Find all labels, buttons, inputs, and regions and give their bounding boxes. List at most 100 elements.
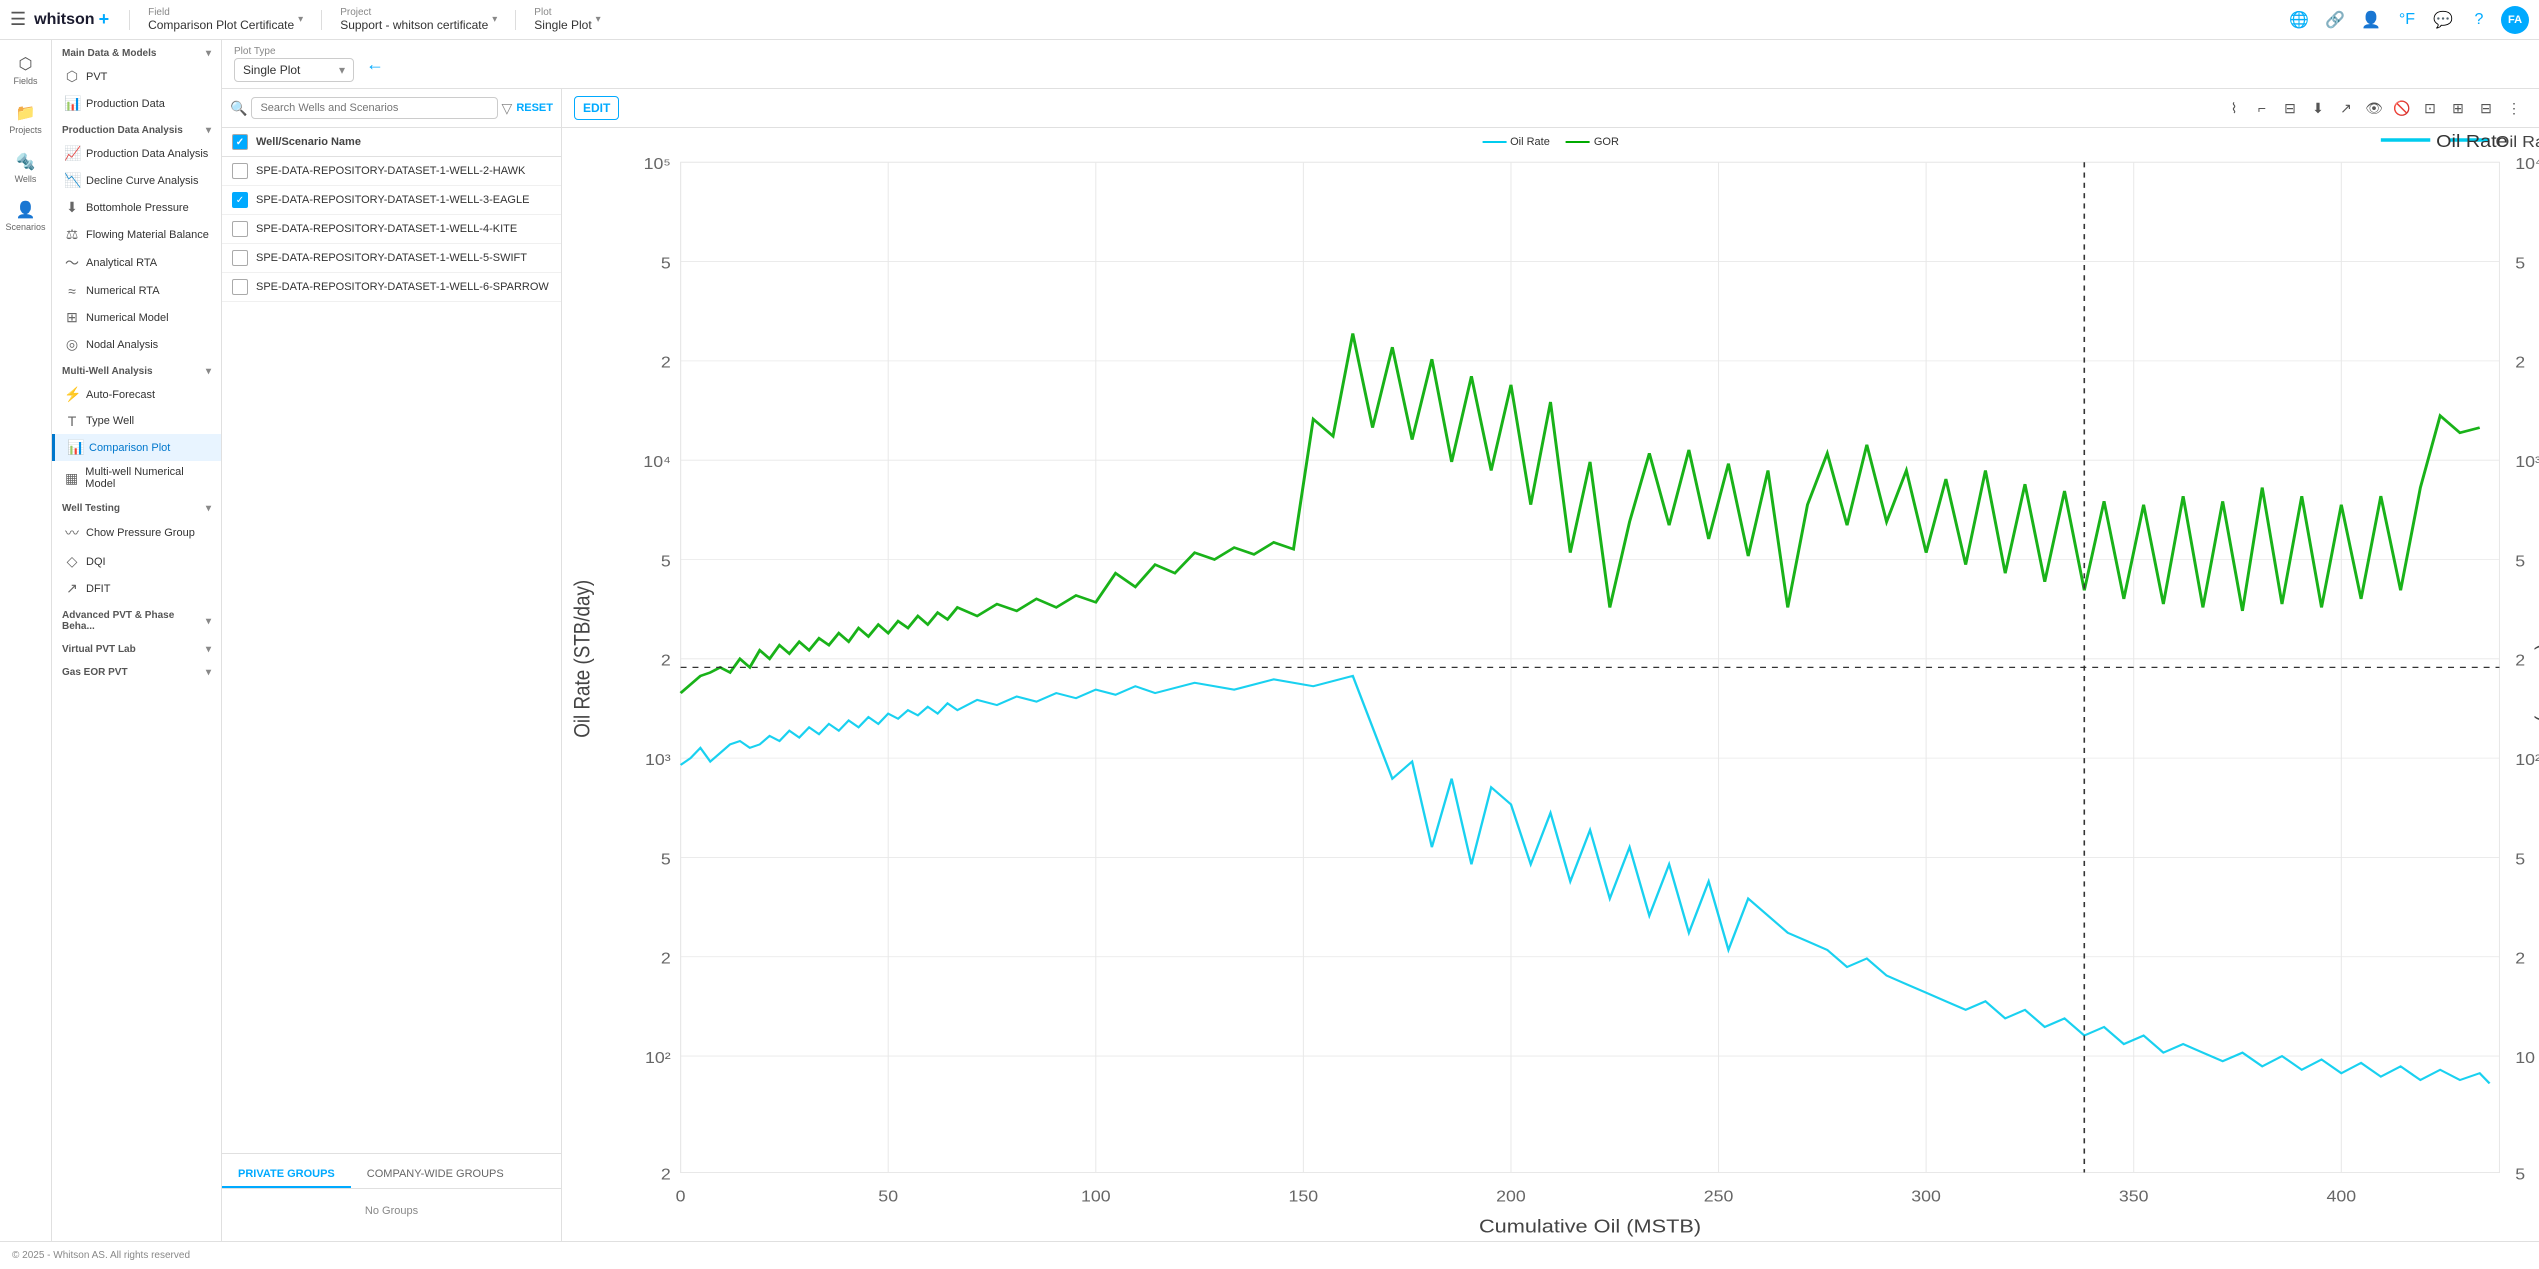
sidebar-item-fields[interactable]: ⬡ Fields: [4, 48, 48, 93]
section-gas-eor[interactable]: Gas EOR PVT ▾: [52, 659, 221, 682]
nav-item-pvt[interactable]: ⬡ PVT: [52, 63, 221, 90]
link-icon[interactable]: 🔗: [2321, 6, 2349, 34]
dfit-icon: ↗: [64, 580, 80, 597]
select-tool[interactable]: ⌐: [2249, 95, 2275, 121]
well-item[interactable]: ✓ SPE-DATA-REPOSITORY-DATASET-1-WELL-3-E…: [222, 186, 561, 215]
svg-text:200: 200: [1496, 1188, 1526, 1206]
search-input[interactable]: [251, 97, 497, 119]
section-pda-label: Production Data Analysis: [62, 125, 183, 136]
well-checkbox-2[interactable]: ✓: [232, 192, 248, 208]
svg-text:GOR (scf/STB): GOR (scf/STB): [2534, 596, 2539, 723]
section-main-data[interactable]: Main Data & Models ▾: [52, 40, 221, 63]
section-mwa[interactable]: Multi-Well Analysis ▾: [52, 358, 221, 381]
share-tool[interactable]: ↗: [2333, 95, 2359, 121]
well-checkbox-4[interactable]: [232, 250, 248, 266]
avatar[interactable]: FA: [2501, 6, 2529, 34]
nav-item-dca[interactable]: 📉 Decline Curve Analysis: [52, 167, 221, 194]
plot-dropdown[interactable]: Plot Single Plot ▾: [528, 5, 606, 34]
svg-text:Cumulative Oil (MSTB): Cumulative Oil (MSTB): [1479, 1217, 1701, 1237]
svg-text:2: 2: [661, 354, 671, 372]
nodal-icon: ◎: [64, 336, 80, 353]
dfit-label: DFIT: [86, 583, 110, 595]
chart-toolbar: EDIT ⌇ ⌐ ⊟ ⬇ ↗ 👁 🚫 ⊡ ⊞ ⊟ ⋮: [562, 89, 2539, 128]
nav-item-numerical-rta[interactable]: ≈ Numerical RTA: [52, 278, 221, 304]
grid-tool[interactable]: ⊞: [2445, 95, 2471, 121]
user-icon[interactable]: 👤: [2357, 6, 2385, 34]
back-button[interactable]: ←: [362, 50, 388, 79]
nav-item-bottomhole[interactable]: ⬇ Bottomhole Pressure: [52, 194, 221, 221]
svg-text:Oil Rate (STB/day): Oil Rate (STB/day): [572, 580, 596, 738]
layout-tool[interactable]: ⊟: [2473, 95, 2499, 121]
well-item[interactable]: SPE-DATA-REPOSITORY-DATASET-1-WELL-5-SWI…: [222, 244, 561, 273]
well-name-4: SPE-DATA-REPOSITORY-DATASET-1-WELL-5-SWI…: [256, 252, 527, 264]
private-groups-tab[interactable]: PRIVATE GROUPS: [222, 1162, 351, 1188]
edit-button[interactable]: EDIT: [574, 96, 619, 120]
section-wt-label: Well Testing: [62, 503, 120, 514]
sidebar-item-wells[interactable]: 🔩 Wells: [4, 146, 48, 191]
nodal-label: Nodal Analysis: [86, 339, 158, 351]
nav-item-chow[interactable]: 〰 Chow Pressure Group: [52, 518, 221, 548]
logo-plus: +: [99, 9, 110, 30]
globe-icon[interactable]: 🌐: [2285, 6, 2313, 34]
table-tool[interactable]: ⊟: [2277, 95, 2303, 121]
section-virtual-pvt[interactable]: Virtual PVT Lab ▾: [52, 636, 221, 659]
well-checkbox-1[interactable]: [232, 163, 248, 179]
nav-item-nodal[interactable]: ◎ Nodal Analysis: [52, 331, 221, 358]
nav-item-fmb[interactable]: ⚖ Flowing Material Balance: [52, 221, 221, 248]
svg-text:2: 2: [661, 950, 671, 968]
nav-item-production-data[interactable]: 📊 Production Data: [52, 90, 221, 117]
nav-item-pda[interactable]: 📈 Production Data Analysis: [52, 140, 221, 167]
footer: © 2025 - Whitson AS. All rights reserved: [0, 1241, 2539, 1269]
section-wt[interactable]: Well Testing ▾: [52, 495, 221, 518]
polyline-tool[interactable]: ⌇: [2221, 95, 2247, 121]
svg-text:2: 2: [661, 652, 671, 670]
help-icon[interactable]: ?: [2465, 6, 2493, 34]
section-mwa-chevron: ▾: [206, 366, 211, 377]
svg-text:50: 50: [878, 1188, 898, 1206]
expand-tool[interactable]: ⊡: [2417, 95, 2443, 121]
nav-item-dqi[interactable]: ◇ DQI: [52, 548, 221, 575]
project-dropdown[interactable]: Project Support - whitson certificate ▾: [334, 5, 503, 34]
svg-text:5: 5: [2515, 552, 2525, 570]
svg-text:5: 5: [661, 552, 671, 570]
nav-item-dfit[interactable]: ↗ DFIT: [52, 575, 221, 602]
well-item[interactable]: SPE-DATA-REPOSITORY-DATASET-1-WELL-4-KIT…: [222, 215, 561, 244]
well-item[interactable]: SPE-DATA-REPOSITORY-DATASET-1-WELL-6-SPA…: [222, 273, 561, 302]
nav-item-type-well[interactable]: T Type Well: [52, 408, 221, 434]
download-tool[interactable]: ⬇: [2305, 95, 2331, 121]
nav-item-numerical-model[interactable]: ⊞ Numerical Model: [52, 304, 221, 331]
section-mwa-label: Multi-Well Analysis: [62, 366, 153, 377]
svg-text:350: 350: [2119, 1188, 2149, 1206]
section-pda[interactable]: Production Data Analysis ▾: [52, 117, 221, 140]
eye-tool[interactable]: 👁: [2361, 95, 2387, 121]
well-checkbox-5[interactable]: [232, 279, 248, 295]
hamburger-icon[interactable]: ☰: [10, 9, 26, 30]
well-item[interactable]: SPE-DATA-REPOSITORY-DATASET-1-WELL-2-HAW…: [222, 157, 561, 186]
comparison-plot-icon: 📊: [67, 439, 83, 456]
well-checkbox-3[interactable]: [232, 221, 248, 237]
search-icon[interactable]: 🔍: [230, 100, 247, 117]
nav-item-comparison-plot[interactable]: 📊 Comparison Plot: [52, 434, 221, 461]
field-dropdown[interactable]: Field Comparison Plot Certificate ▾: [142, 5, 309, 34]
nav-item-auto-forecast[interactable]: ⚡ Auto-Forecast: [52, 381, 221, 408]
hide-tool[interactable]: 🚫: [2389, 95, 2415, 121]
select-all-checkbox[interactable]: ✓: [232, 134, 248, 150]
sidebar-item-scenarios[interactable]: 👤 Scenarios: [4, 194, 48, 239]
company-groups-tab[interactable]: COMPANY-WIDE GROUPS: [351, 1162, 520, 1188]
svg-text:300: 300: [1911, 1188, 1941, 1206]
reset-button[interactable]: RESET: [516, 102, 553, 114]
chat-icon[interactable]: 💬: [2429, 6, 2457, 34]
nav-separator-3: [515, 10, 516, 30]
filter-icon[interactable]: ▽: [502, 100, 513, 117]
numerical-model-icon: ⊞: [64, 309, 80, 326]
nav-item-analytical-rta[interactable]: 〜 Analytical RTA: [52, 248, 221, 278]
nav-item-multi-well-nm[interactable]: ▦ Multi-well Numerical Model: [52, 461, 221, 495]
temperature-icon[interactable]: °F: [2393, 6, 2421, 34]
multi-well-nm-icon: ▦: [64, 470, 79, 487]
section-advanced-pvt[interactable]: Advanced PVT & Phase Beha... ▾: [52, 602, 221, 636]
plot-chevron-icon: ▾: [596, 14, 601, 25]
sidebar-item-projects[interactable]: 📁 Projects: [4, 97, 48, 142]
svg-text:10²: 10²: [2515, 751, 2539, 769]
plot-type-select[interactable]: Single Plot ▾: [234, 58, 354, 82]
more-tool[interactable]: ⋮: [2501, 95, 2527, 121]
